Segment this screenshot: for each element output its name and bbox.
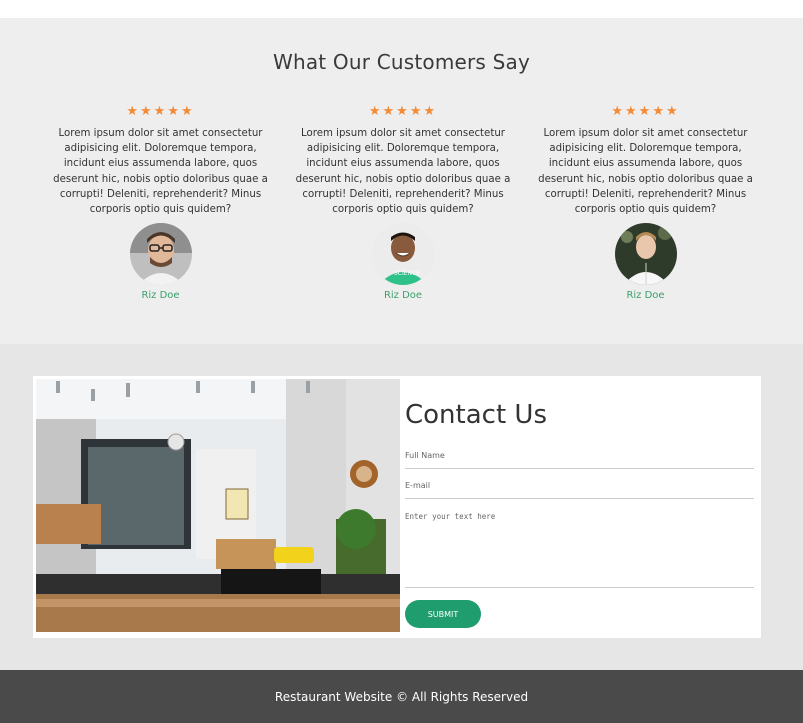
avatar [129,223,192,286]
testimonial-card: ★★★★★ Lorem ipsum dolor sit amet consect… [538,104,753,301]
testimonials-heading: What Our Customers Say [272,50,531,74]
testimonials-section: What Our Customers Say ★★★★★ Lorem ipsum… [0,18,803,344]
email-field[interactable]: E-mail [405,481,754,499]
avatar [614,223,677,286]
star-rating-icon: ★★★★★ [611,104,680,119]
contact-section: Contact Us Full Name E-mail Enter your t… [0,344,803,670]
testimonial-text: Lorem ipsum dolor sit amet consectetur a… [538,128,753,216]
customer-name: Riz Doe [383,290,423,302]
full-name-field[interactable]: Full Name [405,451,754,469]
customer-name: Riz Doe [141,290,180,302]
customer-name: Riz Doe [626,290,665,302]
cafe-interior-photo [36,379,400,632]
contact-title: Contact Us [405,400,547,430]
message-textarea[interactable]: Enter your text here [405,512,754,588]
avatar-photo-glasses-man [129,223,192,286]
svg-text:SCIENCE: SCIENCE [394,270,420,277]
avatar-photo-man-white-shirt [614,223,677,286]
submit-button[interactable]: SUBMIT [405,600,481,628]
site-footer: Restaurant Website © All Rights Reserved [0,670,803,723]
testimonial-card: ★★★★★ Lorem ipsum dolor sit amet consect… [296,104,511,301]
star-rating-icon: ★★★★★ [368,104,438,119]
star-rating-icon: ★★★★★ [126,104,195,119]
testimonial-cards: ★★★★★ Lorem ipsum dolor sit amet consect… [53,104,753,301]
testimonial-card: ★★★★★ Lorem ipsum dolor sit amet consect… [53,104,268,301]
testimonial-text: Lorem ipsum dolor sit amet consectetur a… [53,128,268,216]
top-strip [0,0,803,18]
footer-copyright: Restaurant Website © All Rights Reserved [274,689,529,704]
contact-form: Contact Us Full Name E-mail Enter your t… [403,376,755,638]
restaurant-interior-image [36,379,400,632]
contact-card: Contact Us Full Name E-mail Enter your t… [33,376,761,638]
avatar-photo-smiling-man: SCIENCE [372,223,434,286]
testimonial-text: Lorem ipsum dolor sit amet consectetur a… [295,128,511,216]
avatar: SCIENCE [372,223,434,286]
